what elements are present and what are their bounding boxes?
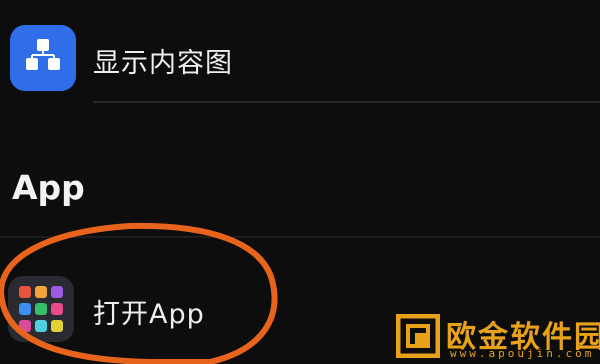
watermark-logo-icon	[396, 314, 440, 358]
highlight-oval	[0, 222, 278, 364]
watermark: 欧金软件园 www.apoujin.com	[396, 312, 600, 360]
watermark-url: www.apoujin.com	[450, 347, 595, 360]
